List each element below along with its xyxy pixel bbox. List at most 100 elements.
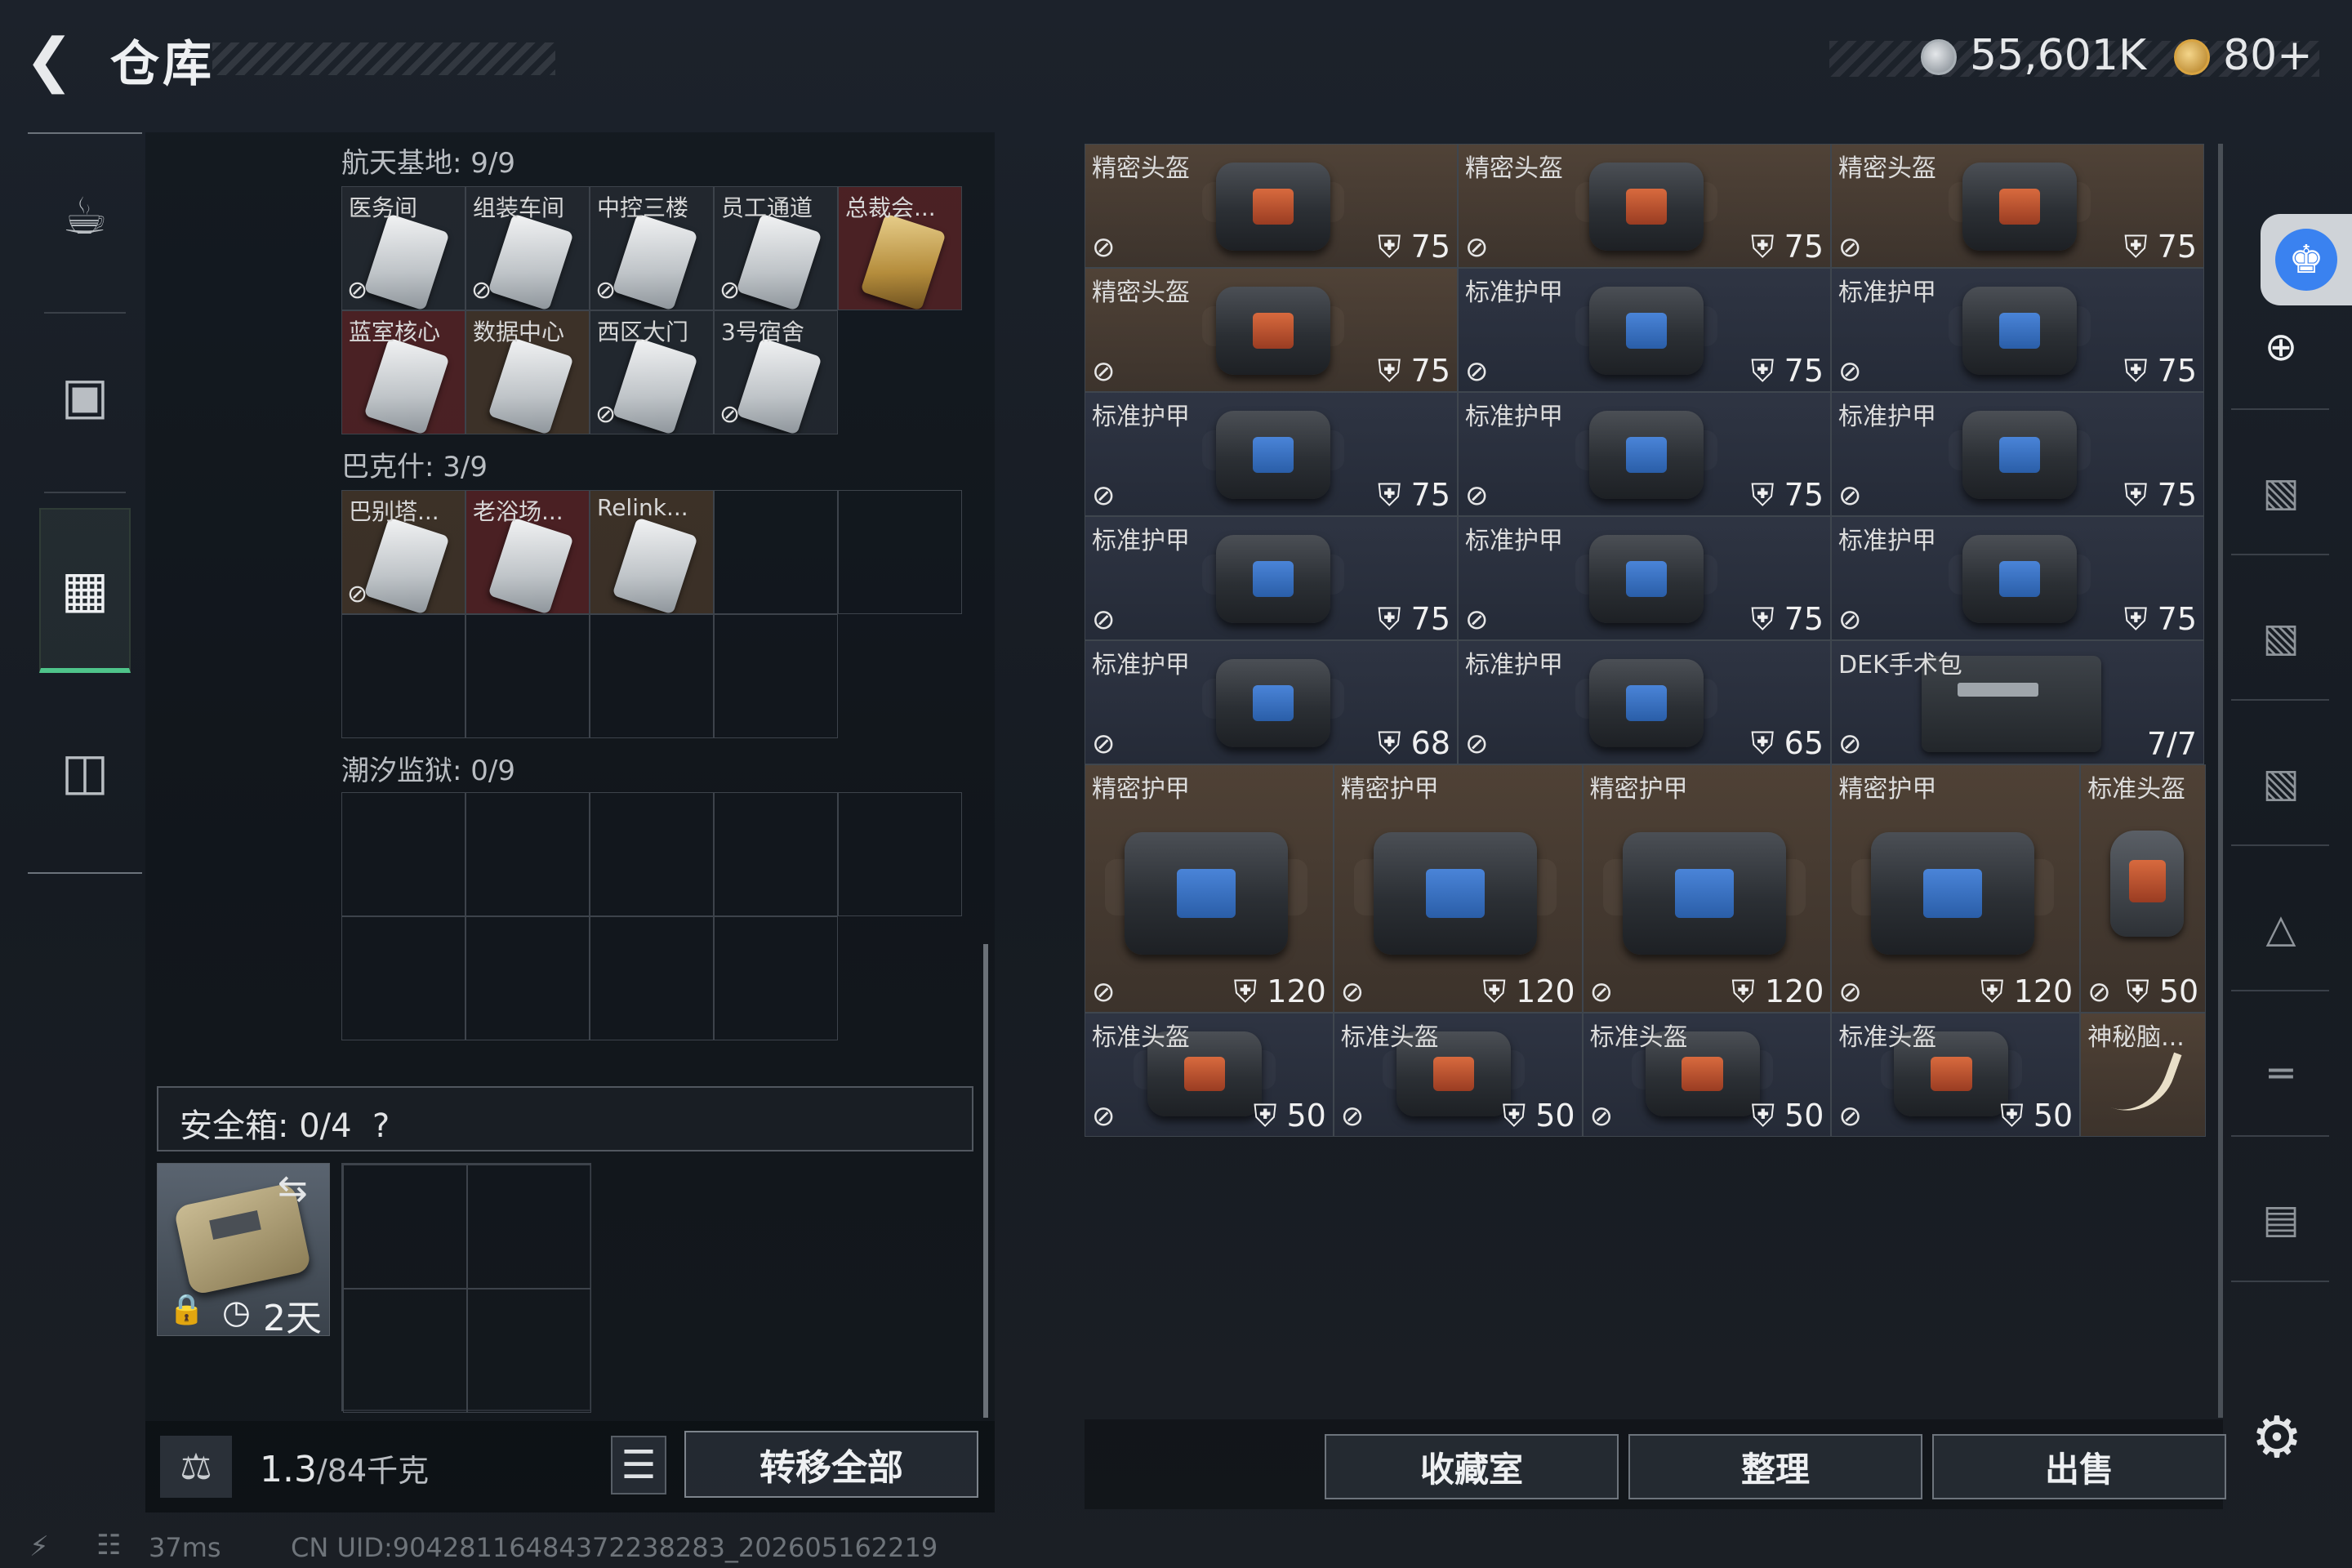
card-slot[interactable]: [341, 614, 466, 738]
storage-item[interactable]: 神秘脑...: [2080, 1013, 2207, 1137]
card-slot[interactable]: [714, 614, 838, 738]
card-slot[interactable]: [341, 916, 466, 1040]
card-slot[interactable]: 医务间 ⊘: [341, 186, 466, 310]
card-slot[interactable]: 中控三楼 ⊘: [590, 186, 714, 310]
armor-plate: [1252, 437, 1294, 473]
storage-item[interactable]: 标准护甲 ⊘ ⛨ 75: [1085, 392, 1458, 516]
armor-slot-icon[interactable]: ▧: [2244, 601, 2318, 675]
item-name: 标准头盔: [1340, 1023, 1439, 1052]
card-slot[interactable]: 总裁会...: [838, 186, 962, 310]
storage-item[interactable]: 标准护甲 ⊘ ⛨ 75: [1831, 392, 2204, 516]
storage-scrollbar[interactable]: [2218, 144, 2223, 1418]
silver-coin-icon: [1921, 39, 1957, 75]
storage-item[interactable]: 标准护甲 ⊘ ⛨ 75: [1458, 268, 1831, 392]
armor-slot-icon[interactable]: ▧: [2244, 456, 2318, 529]
no-trade-icon: ⊘: [1838, 728, 1862, 760]
organize-button[interactable]: 整理: [1628, 1434, 1922, 1499]
card-slot[interactable]: Relink...: [590, 490, 714, 614]
storage-item-large[interactable]: 精密护甲 ⊘ ⛨ 120: [1831, 764, 2081, 1013]
card-slot[interactable]: [590, 614, 714, 738]
add-armor-icon[interactable]: ⊕: [2244, 310, 2318, 384]
durability-value: 75: [1784, 229, 1824, 265]
safe-slot[interactable]: [467, 1165, 591, 1289]
collection-room-button[interactable]: 收藏室: [1325, 1434, 1619, 1499]
nav-backpack[interactable]: ▣: [28, 314, 142, 477]
safe-slot[interactable]: [343, 1289, 467, 1413]
armor-vest-icon: [1202, 659, 1344, 747]
storage-item-large[interactable]: 标准头盔 ⊘ ⛨ 50: [2080, 764, 2207, 1013]
card-slot[interactable]: 蓝室核心: [341, 310, 466, 434]
card-slot[interactable]: [714, 792, 838, 916]
nav-weapons[interactable]: ☕: [28, 134, 142, 297]
list-view-button[interactable]: ☰: [611, 1436, 666, 1494]
card-slot[interactable]: [838, 792, 962, 916]
storage-item[interactable]: 标准护甲 ⊘ ⛨ 68: [1085, 640, 1458, 764]
armor-slot-icon[interactable]: ▧: [2244, 746, 2318, 820]
gun-filter-icon[interactable]: ═: [2244, 1037, 2318, 1111]
card-slot[interactable]: 巴别塔... ⊘: [341, 490, 466, 614]
card-slot[interactable]: 老浴场...: [466, 490, 590, 614]
backpack-icon: ▣: [60, 365, 109, 425]
nav-storage[interactable]: ▦: [39, 508, 131, 673]
storage-item[interactable]: 精密头盔 ⊘ ⛨ 75: [1831, 144, 2204, 268]
storage-item[interactable]: 标准头盔 ⊘ ⛨ 50: [1333, 1013, 1583, 1137]
transfer-all-button[interactable]: 转移全部: [684, 1431, 978, 1498]
card-slot[interactable]: [466, 614, 590, 738]
gear-icon[interactable]: ⚙: [2244, 1405, 2310, 1470]
storage-item[interactable]: 标准头盔 ⊘ ⛨ 50: [1582, 1013, 1832, 1137]
accessibility-button[interactable]: ♚: [2261, 214, 2352, 305]
card-slot[interactable]: 数据中心: [466, 310, 590, 434]
card-slot[interactable]: 3号宿舍 ⊘: [714, 310, 838, 434]
storage-item[interactable]: 精密头盔 ⊘ ⛨ 75: [1085, 268, 1458, 392]
left-scrollbar[interactable]: [983, 944, 988, 1418]
swap-icon[interactable]: ⇆: [278, 1168, 308, 1209]
storage-item[interactable]: 标准护甲 ⊘ ⛨ 65: [1458, 640, 1831, 764]
armor-vest-icon: [1851, 832, 2055, 955]
help-icon[interactable]: ?: [372, 1107, 390, 1145]
card-slot[interactable]: 员工通道 ⊘: [714, 186, 838, 310]
item-name: 标准护甲: [1465, 403, 1563, 431]
card-slot[interactable]: [714, 490, 838, 614]
card-slot[interactable]: [590, 792, 714, 916]
durability-value: 120: [1267, 973, 1326, 1009]
card-slot[interactable]: [341, 792, 466, 916]
right-bar-divider: [2231, 990, 2329, 991]
lock-icon: 🔒: [168, 1293, 205, 1326]
card-slot[interactable]: [466, 792, 590, 916]
storage-item[interactable]: 标准护甲 ⊘ ⛨ 75: [1085, 516, 1458, 640]
storage-item[interactable]: 标准护甲 ⊘ ⛨ 75: [1831, 268, 2204, 392]
nav-briefcase[interactable]: ◫: [28, 689, 142, 853]
storage-item[interactable]: 标准护甲 ⊘ ⛨ 75: [1831, 516, 2204, 640]
storage-item[interactable]: 标准护甲 ⊘ ⛨ 75: [1458, 516, 1831, 640]
item-name: 标准护甲: [1465, 651, 1563, 679]
key-card-icon: [612, 337, 698, 434]
card-slot[interactable]: 西区大门 ⊘: [590, 310, 714, 434]
card-slot[interactable]: 组装车间 ⊘: [466, 186, 590, 310]
storage-item[interactable]: 精密头盔 ⊘ ⛨ 75: [1085, 144, 1458, 268]
card-slot[interactable]: [590, 916, 714, 1040]
card-slot[interactable]: [466, 916, 590, 1040]
card-slot[interactable]: [714, 916, 838, 1040]
storage-item[interactable]: 标准头盔 ⊘ ⛨ 50: [1831, 1013, 2081, 1137]
back-arrow-icon[interactable]: ❮: [24, 30, 90, 89]
item-name: 精密头盔: [1092, 278, 1190, 307]
storage-item-large[interactable]: 精密护甲 ⊘ ⛨ 120: [1085, 764, 1334, 1013]
safebox-duration: 2天: [263, 1298, 322, 1339]
storage-item-large[interactable]: 精密护甲 ⊘ ⛨ 120: [1333, 764, 1583, 1013]
storage-item[interactable]: DEK手术包 ⊘ 7/7: [1831, 640, 2204, 764]
storage-item[interactable]: 标准护甲 ⊘ ⛨ 75: [1458, 392, 1831, 516]
storage-item[interactable]: 标准头盔 ⊘ ⛨ 50: [1085, 1013, 1334, 1137]
storage-item-large[interactable]: 精密护甲 ⊘ ⛨ 120: [1582, 764, 1832, 1013]
helmet-visor: [1682, 1057, 1723, 1091]
storage-item[interactable]: 精密头盔 ⊘ ⛨ 75: [1458, 144, 1831, 268]
sell-button[interactable]: 出售: [1932, 1434, 2226, 1499]
item-durability: ⛨ 75: [2124, 229, 2197, 265]
armor-vest-icon: [1575, 535, 1717, 623]
safe-slot[interactable]: [467, 1289, 591, 1413]
bag-filter-icon[interactable]: ▤: [2244, 1183, 2318, 1256]
safe-slot[interactable]: [343, 1165, 467, 1289]
card-slot[interactable]: [838, 490, 962, 614]
item-durability: ⛨ 50: [2000, 1098, 2073, 1134]
armor-plate: [1923, 869, 1983, 918]
helmet-filter-icon[interactable]: △: [2244, 892, 2318, 965]
